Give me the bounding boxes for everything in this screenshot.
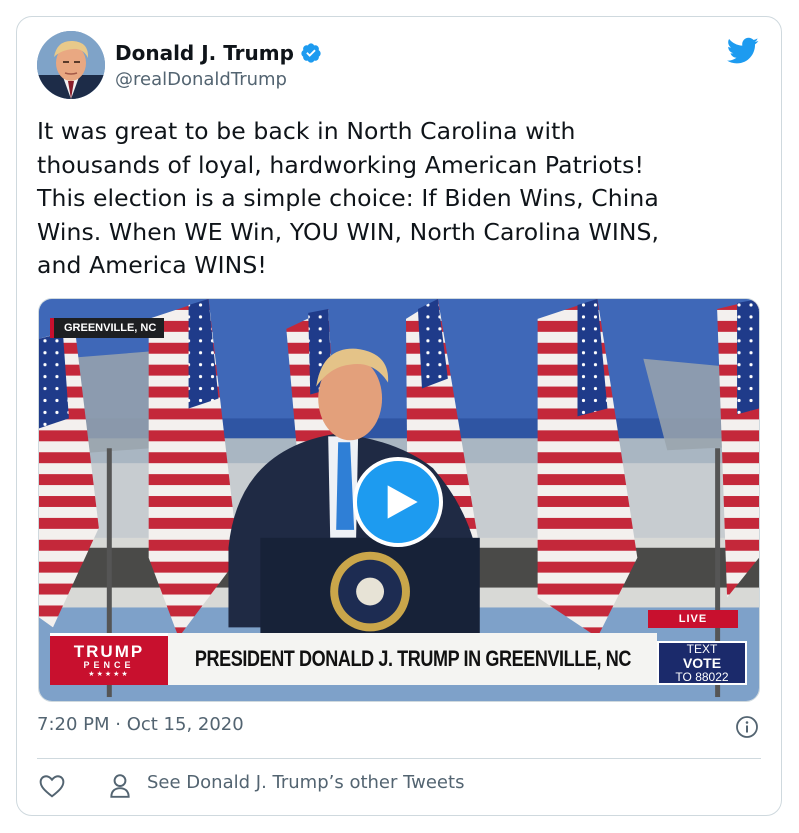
- person-icon: [110, 774, 130, 798]
- text-vote-box: TEXT VOTE TO 88022: [657, 641, 747, 685]
- tweet-text: It was great to be back in North Carolin…: [37, 117, 660, 279]
- divider: [37, 758, 761, 759]
- vote-line-2: VOTE: [682, 654, 722, 671]
- logo-sub-text: PENCE: [83, 659, 135, 670]
- verified-badge-icon: [301, 43, 321, 63]
- video-headline: PRESIDENT DONALD J. TRUMP IN GREENVILLE,…: [194, 646, 631, 672]
- video-player[interactable]: GREENVILLE, NC LIVE TRUMP PENCE ★★★★★ PR…: [38, 298, 760, 702]
- author-handle[interactable]: @realDonaldTrump: [115, 69, 287, 90]
- author-display-name[interactable]: Donald J. Trump: [115, 41, 322, 65]
- tweet-card[interactable]: Donald J. Trump @realDonaldTrump It was …: [16, 16, 782, 816]
- other-tweets-label[interactable]: See Donald J. Trump’s other Tweets: [147, 772, 464, 793]
- heart-icon[interactable]: [39, 774, 65, 798]
- tweet-timestamp[interactable]: 7:20 PM · Oct 15, 2020: [37, 714, 244, 735]
- play-button[interactable]: [353, 457, 443, 547]
- logo-top-text: TRUMP: [73, 641, 145, 661]
- campaign-logo: TRUMP PENCE ★★★★★: [50, 633, 168, 685]
- author-name-text: Donald J. Trump: [115, 41, 294, 65]
- play-icon: [387, 485, 418, 519]
- avatar[interactable]: [37, 31, 105, 99]
- logo-stars: ★★★★★: [88, 670, 130, 678]
- twitter-bird-icon[interactable]: [727, 37, 759, 65]
- lower-third-banner: TRUMP PENCE ★★★★★ PRESIDENT DONALD J. TR…: [50, 633, 747, 685]
- location-tag: GREENVILLE, NC: [50, 318, 165, 338]
- info-icon[interactable]: [735, 715, 759, 739]
- vote-line-1: TEXT: [686, 641, 718, 656]
- vote-line-3: TO 88022: [675, 669, 729, 684]
- headline-container: PRESIDENT DONALD J. TRUMP IN GREENVILLE,…: [168, 633, 657, 685]
- live-badge: LIVE: [648, 610, 738, 628]
